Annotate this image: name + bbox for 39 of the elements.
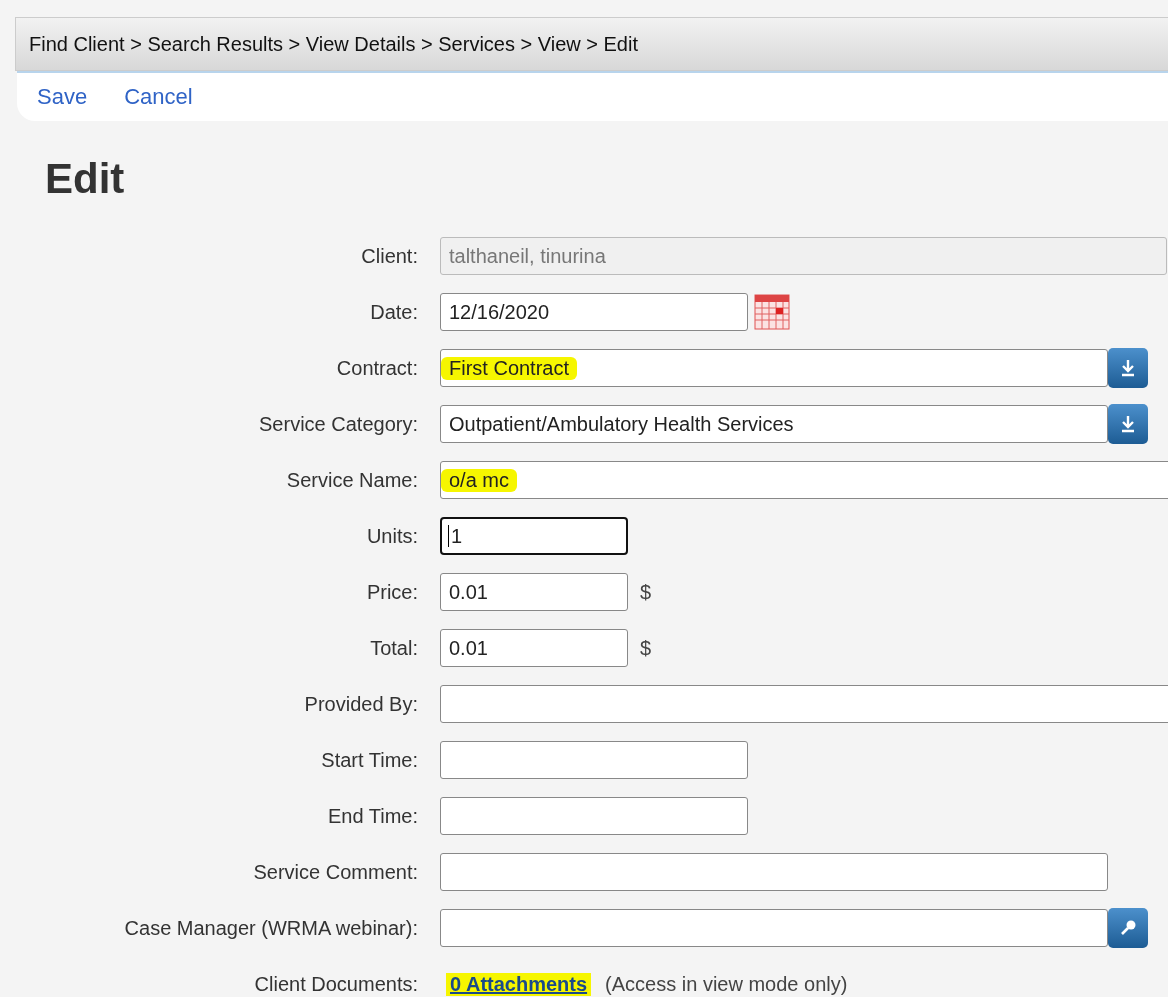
currency-symbol: $	[640, 580, 652, 604]
field-label: Provided By:	[303, 692, 418, 717]
attachments-note: (Access in view mode only)	[605, 972, 848, 996]
breadcrumb: Find Client > Search Results > View Details > Services > View > Edit	[29, 32, 638, 56]
action-link[interactable]: Cancel	[124, 84, 193, 110]
input-field[interactable]	[440, 685, 1168, 723]
field-label: Contract:	[335, 356, 418, 381]
input-field[interactable]: o/a mc	[440, 461, 1168, 499]
field-label: Service Category:	[258, 412, 418, 437]
currency-symbol: $	[640, 636, 652, 660]
input-field: talthaneil, tinurina	[440, 237, 1167, 275]
input-field[interactable]	[440, 909, 1108, 947]
calendar-icon[interactable]	[754, 294, 790, 330]
field-label: Price:	[365, 580, 418, 605]
field-label: Service Name:	[285, 468, 418, 493]
field-label: Units:	[365, 524, 418, 549]
input-field[interactable]: 12/16/2020	[440, 293, 748, 331]
input-field[interactable]: 0.01	[440, 573, 628, 611]
attachments-link[interactable]: 0 Attachments	[446, 972, 592, 996]
input-field[interactable]: 0.01	[440, 629, 628, 667]
input-field[interactable]	[440, 853, 1108, 891]
field-label: Total:	[369, 636, 418, 661]
input-field[interactable]: First Contract	[440, 349, 1108, 387]
field-label: Client:	[360, 244, 418, 269]
page-title: Edit	[45, 155, 126, 203]
field-label: Case Manager (WRMA webinar):	[123, 916, 418, 941]
field-label: Start Time:	[320, 748, 418, 773]
field-label: End Time:	[326, 804, 418, 829]
dropdown-button[interactable]	[1108, 404, 1148, 444]
dropdown-button[interactable]	[1108, 348, 1148, 388]
input-field[interactable]: Outpatient/Ambulatory Health Services	[440, 405, 1108, 443]
input-field[interactable]	[440, 741, 748, 779]
input-field[interactable]: 1	[440, 517, 628, 555]
field-label: Client Documents:	[253, 972, 418, 997]
field-label: Date:	[369, 300, 418, 325]
field-label: Service Comment:	[252, 860, 418, 885]
search-button[interactable]	[1108, 908, 1148, 948]
action-link[interactable]: Save	[37, 84, 88, 110]
input-field[interactable]	[440, 797, 748, 835]
